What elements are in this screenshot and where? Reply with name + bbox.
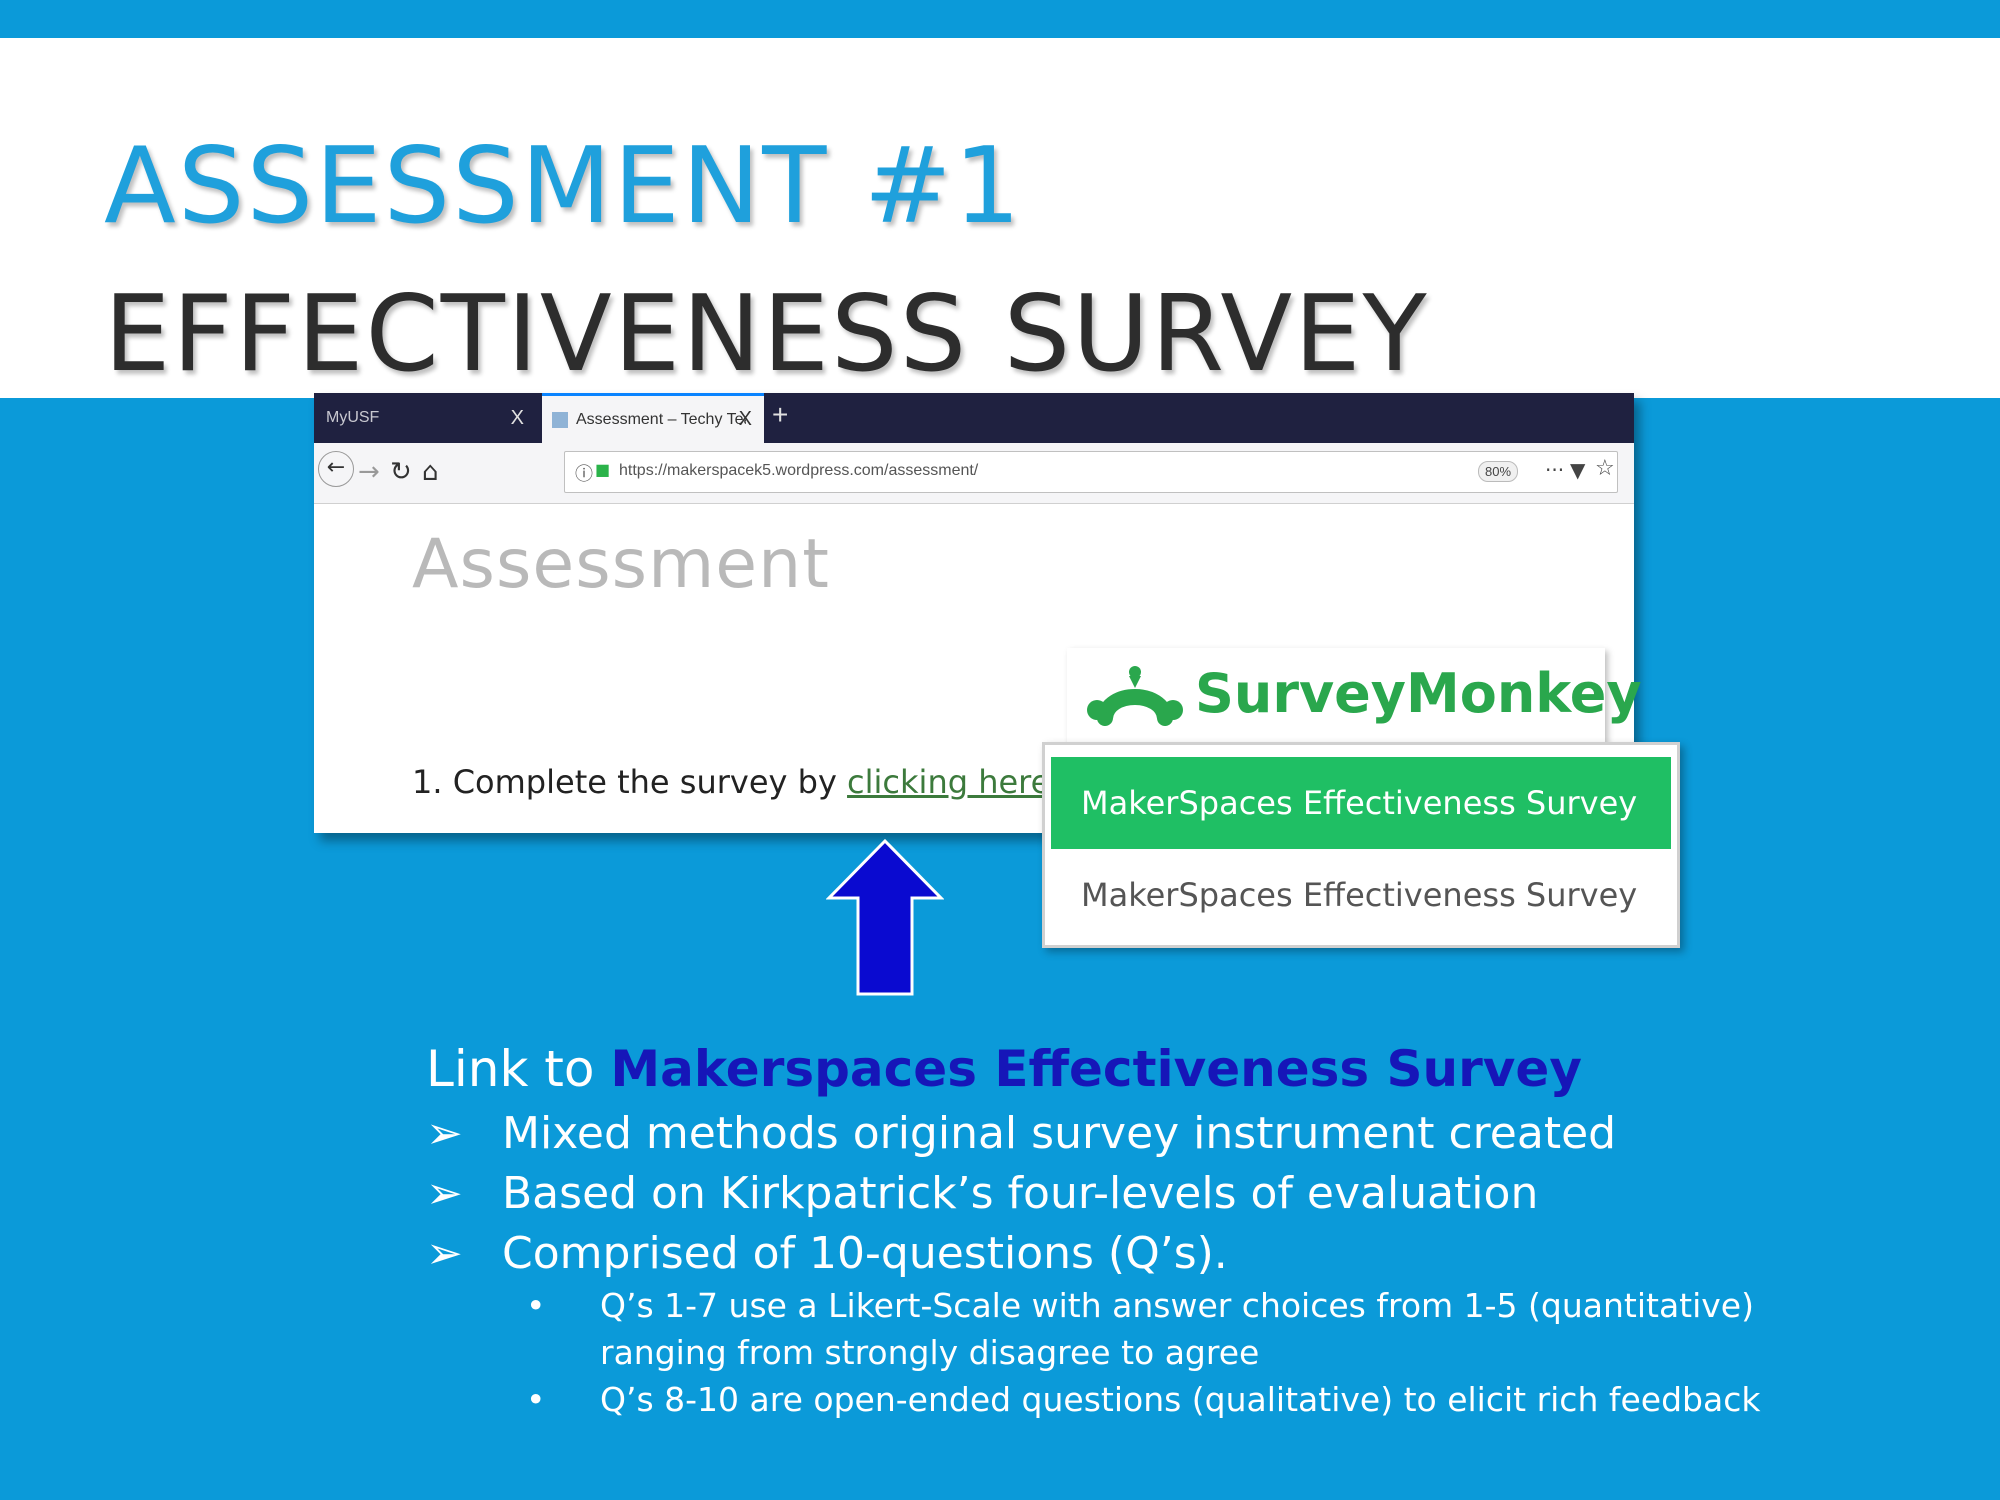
sub-bullet-item: • Q’s 8-10 are open-ended questions (qual… <box>526 1380 1760 1419</box>
survey-link-line: Link to Makerspaces Effectiveness Survey <box>426 1040 1582 1098</box>
bullet-text: Comprised of 10-questions (Q’s). <box>502 1228 1228 1279</box>
makerspaces-survey-link[interactable]: Makerspaces Effectiveness Survey <box>610 1040 1582 1098</box>
surveymonkey-monkey-icon <box>1087 666 1183 726</box>
tab-label: Assessment – Techy Teacher's <box>576 410 746 428</box>
sub-bullet-text: Q’s 8-10 are open-ended questions (quali… <box>600 1380 1761 1419</box>
bullet-item: ➢ Based on Kirkpatrick’s four-levels of e… <box>426 1168 1538 1219</box>
favicon-icon <box>552 411 568 428</box>
home-icon[interactable]: ⌂ <box>422 457 439 487</box>
nav-bar: ← → ↻ ⌂ ⓘ ■ https://makerspacek5.wordpre… <box>314 443 1634 504</box>
arrow-bullet-icon: ➢ <box>426 1228 463 1279</box>
bullet-item: ➢ Comprised of 10-questions (Q’s). <box>426 1228 1228 1279</box>
info-icon[interactable]: ⓘ <box>575 460 593 486</box>
survey-list: MakerSpaces Effectiveness Survey MakerSp… <box>1042 742 1680 948</box>
slide-title-line1: ASSESSMENT #1 <box>104 125 1023 247</box>
survey-list-item-selected[interactable]: MakerSpaces Effectiveness Survey <box>1051 757 1671 849</box>
tab-bar: MyUSF X Assessment – Techy Teacher's X + <box>314 393 1634 443</box>
tab-assessment[interactable]: Assessment – Techy Teacher's X <box>542 393 764 443</box>
forward-arrow-icon[interactable]: → <box>358 457 380 487</box>
dot-bullet-icon: • <box>526 1286 546 1325</box>
up-arrow-icon <box>826 838 944 996</box>
arrow-bullet-icon: ➢ <box>426 1168 463 1219</box>
reload-icon[interactable]: ↻ <box>390 457 412 487</box>
slide-title-line2: EFFECTIVENESS SURVEY <box>104 273 1429 395</box>
bullet-text: Mixed methods original survey instrument… <box>502 1108 1617 1159</box>
tab-myusf[interactable]: MyUSF X <box>314 393 536 443</box>
pocket-icon[interactable]: ▼ <box>1570 458 1585 482</box>
close-icon[interactable]: X <box>511 407 524 430</box>
sub-bullet-continuation: ranging from strongly disagree to agree <box>600 1333 1260 1372</box>
url-bar[interactable]: ⓘ ■ https://makerspacek5.wordpress.com/a… <box>564 451 1618 493</box>
close-icon[interactable]: X <box>739 408 752 431</box>
bookmark-star-icon[interactable]: ☆ <box>1595 456 1615 481</box>
surveymonkey-logo-box: SurveyMonkey <box>1067 648 1642 743</box>
lock-icon: ■ <box>595 460 611 479</box>
page-heading: Assessment <box>412 525 830 604</box>
new-tab-button[interactable]: + <box>772 399 788 431</box>
instruction-line: 1. Complete the survey by clicking here. <box>412 763 1060 801</box>
url-text[interactable]: https://makerspacek5.wordpress.com/asses… <box>619 462 978 480</box>
back-arrow-icon[interactable]: ← <box>318 451 354 487</box>
sub-bullet-item: • Q’s 1-7 use a Likert-Scale with answer … <box>526 1286 1754 1325</box>
tab-label: MyUSF <box>326 409 380 426</box>
surveymonkey-logo-text: SurveyMonkey <box>1195 662 1642 725</box>
more-options-icon[interactable]: ··· <box>1545 458 1564 482</box>
zoom-badge[interactable]: 80% <box>1478 461 1519 482</box>
survey-list-item[interactable]: MakerSpaces Effectiveness Survey <box>1051 849 1671 941</box>
instruction-prefix: 1. Complete the survey by <box>412 763 848 801</box>
title-band: ASSESSMENT #1 EFFECTIVENESS SURVEY <box>0 38 2000 398</box>
link-prefix: Link to <box>426 1040 611 1098</box>
dot-bullet-icon: • <box>526 1380 546 1419</box>
bullet-item: ➢ Mixed methods original survey instrumen… <box>426 1108 1616 1159</box>
arrow-bullet-icon: ➢ <box>426 1108 463 1159</box>
top-strip <box>0 0 2000 38</box>
sub-bullet-text: Q’s 1-7 use a Likert-Scale with answer c… <box>600 1286 1754 1325</box>
bullet-text: Based on Kirkpatrick’s four-levels of ev… <box>502 1168 1539 1219</box>
survey-link[interactable]: clicking here <box>847 763 1050 801</box>
